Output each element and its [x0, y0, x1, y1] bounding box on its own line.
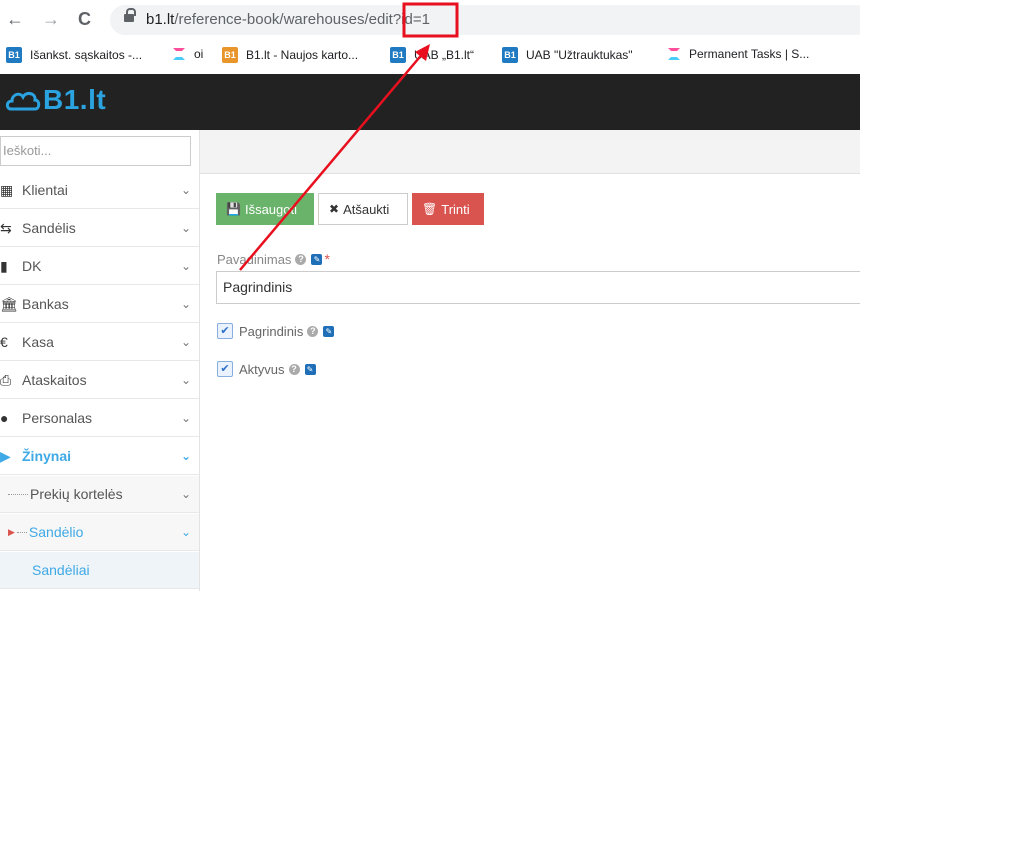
annotation-overlay — [239, 2, 459, 271]
screenshot: ← → C b1.lt/reference-book/warehouses/ed… — [0, 0, 860, 591]
annotation-arrow — [239, 51, 425, 271]
highlight-box — [402, 2, 459, 38]
